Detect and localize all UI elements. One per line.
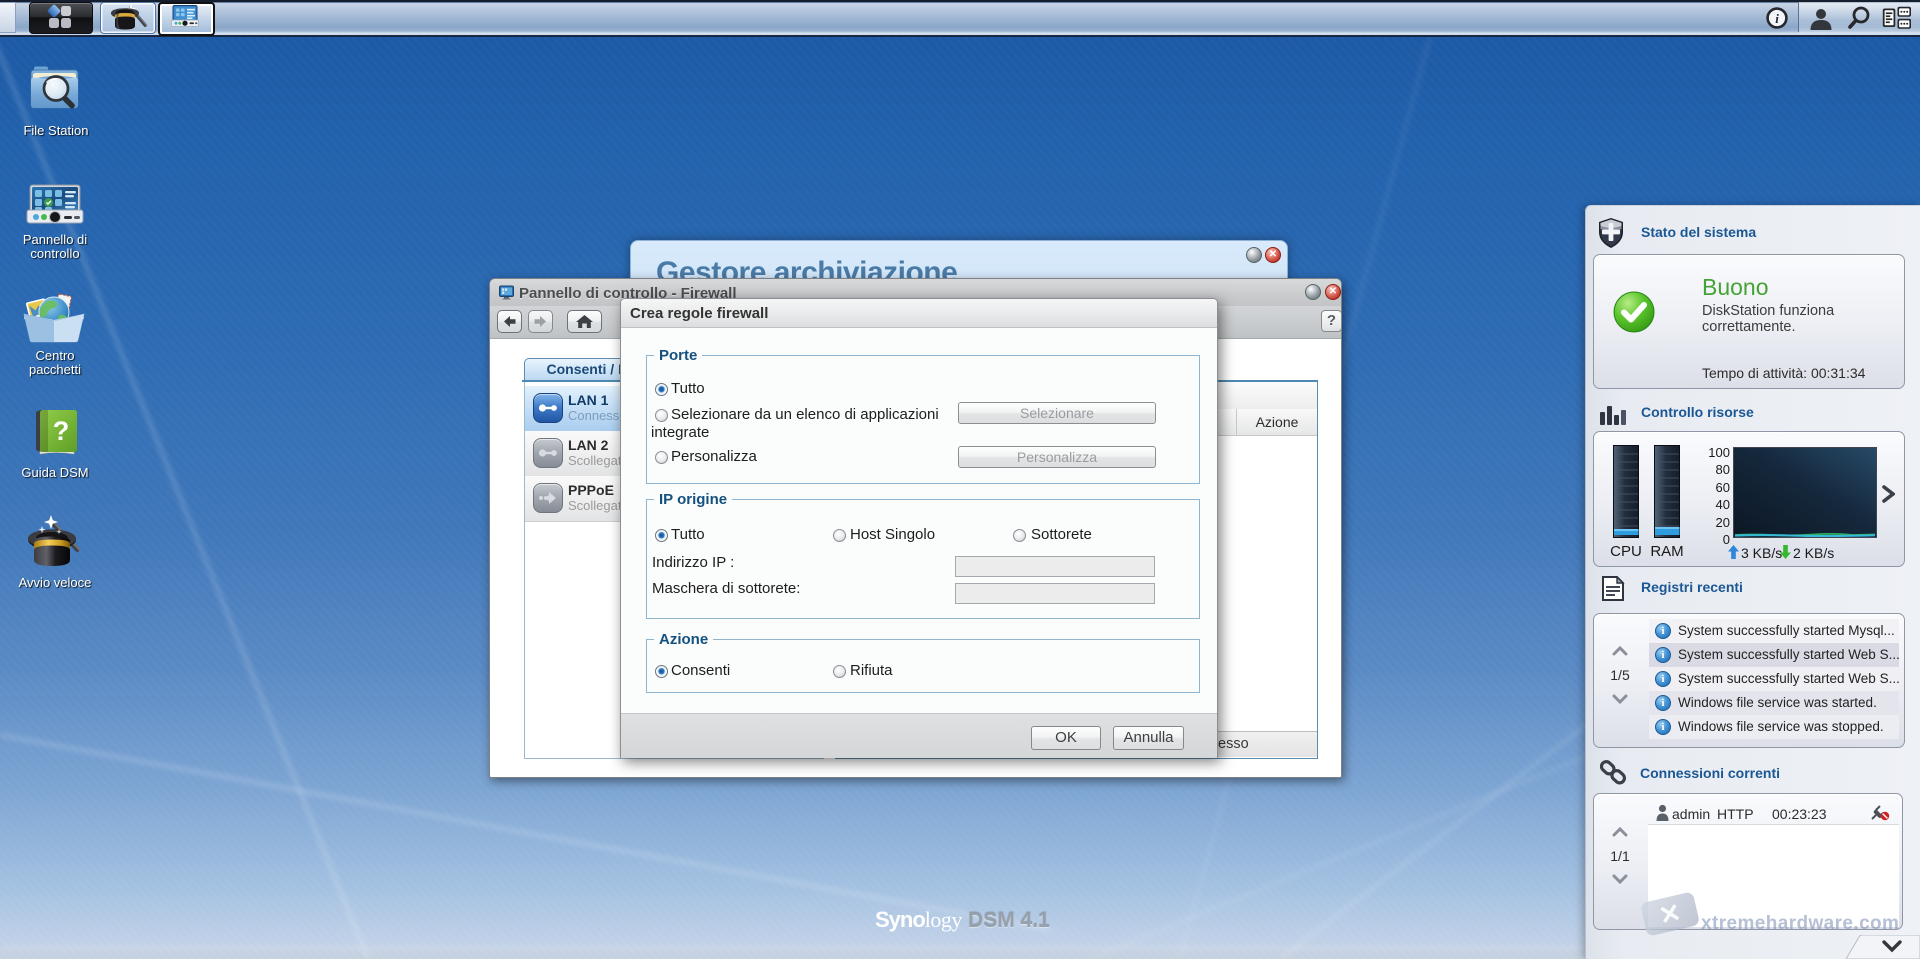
svg-text:i: i <box>1775 11 1779 26</box>
svg-text:?: ? <box>53 416 70 446</box>
